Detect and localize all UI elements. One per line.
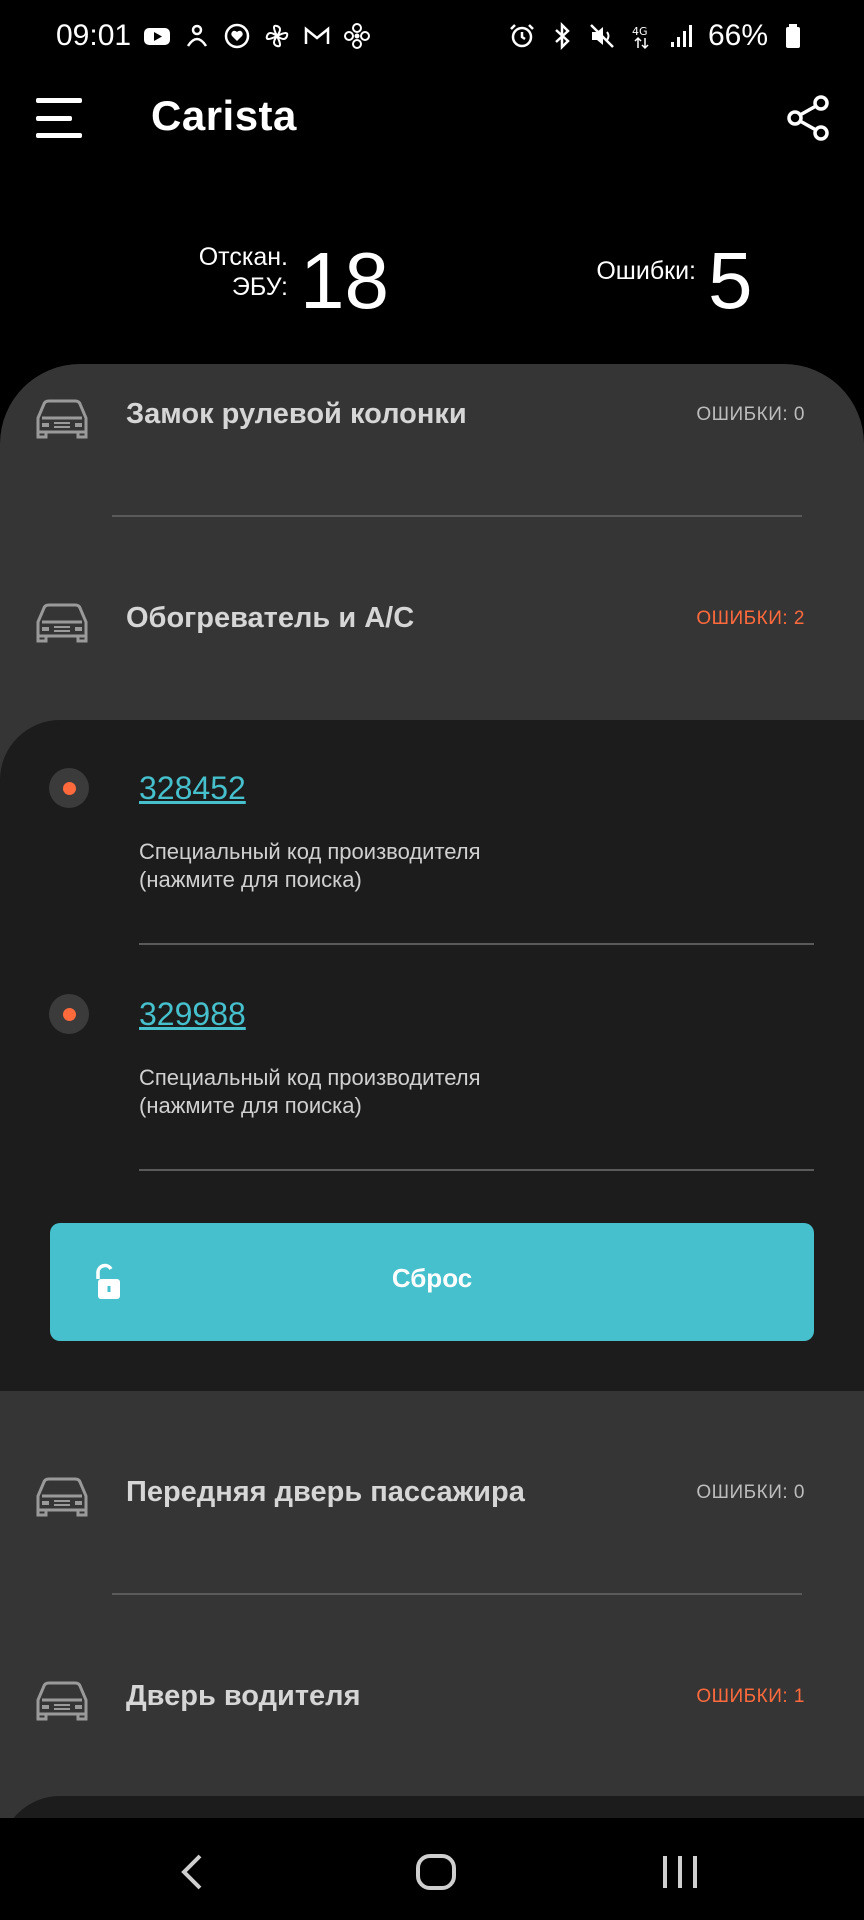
- back-icon: [181, 1854, 202, 1890]
- hamburger-line: [36, 98, 82, 103]
- ecu-errors: ОШИБКИ: 0: [696, 404, 805, 425]
- recents-icon: [663, 1856, 697, 1888]
- error-dot: [49, 768, 89, 808]
- ecu-name: Замок рулевой колонки: [126, 398, 467, 430]
- status-bar: 09:01 4G 66%: [0, 0, 864, 72]
- battery-icon: [780, 22, 808, 50]
- back-button[interactable]: [170, 1848, 218, 1896]
- scanned-ecu-label: Отскан. ЭБУ:: [170, 242, 288, 302]
- scanned-label-line1: Отскан.: [198, 243, 288, 271]
- ecu-name: Дверь водителя: [126, 1680, 361, 1712]
- scan-stats: Отскан. ЭБУ: 18 Ошибки: 5: [0, 220, 864, 325]
- ecu-errors: ОШИБКИ: 0: [696, 1482, 805, 1503]
- svg-text:4G: 4G: [632, 25, 648, 38]
- recents-button[interactable]: [656, 1848, 704, 1896]
- youtube-icon: [143, 22, 171, 50]
- divider: [112, 1593, 802, 1595]
- ecu-row-steering-lock[interactable]: Замок рулевой колонки ОШИБКИ: 0: [0, 364, 864, 474]
- status-right: 4G 66%: [508, 19, 808, 53]
- share-icon: [787, 95, 829, 141]
- scanned-label-line2: ЭБУ:: [231, 273, 288, 301]
- status-time: 09:01: [56, 19, 132, 52]
- ecu-row-driver-door[interactable]: Дверь водителя ОШИБКИ: 1: [0, 1646, 864, 1756]
- error-indicator: [62, 781, 76, 795]
- fan-icon: [343, 22, 371, 50]
- signal-icon: [668, 22, 696, 50]
- errors-label: Ошибки:: [596, 257, 696, 285]
- description-line2: (нажмите для поиска): [139, 1093, 362, 1118]
- pinwheel-icon: [263, 22, 291, 50]
- app-bar: Carista: [0, 72, 864, 168]
- app-icon: [183, 22, 211, 50]
- ecu-errors: ОШИБКИ: 1: [696, 1686, 805, 1707]
- ecu-name: Передняя дверь пассажира: [126, 1476, 525, 1508]
- errors-value: 5: [708, 236, 753, 325]
- description-line1: Специальный код производителя: [139, 839, 481, 864]
- car-icon: [34, 396, 90, 440]
- home-button[interactable]: [412, 1848, 460, 1896]
- alarm-icon: [508, 22, 536, 50]
- error-code-link[interactable]: 329988: [139, 996, 246, 1033]
- app-title: Carista: [151, 92, 297, 139]
- share-button[interactable]: [782, 92, 834, 144]
- mute-icon: [588, 22, 616, 50]
- divider: [139, 1169, 814, 1171]
- heart-icon: [223, 22, 251, 50]
- error-code-description: Специальный код производителя (нажмите д…: [139, 1064, 481, 1120]
- error-indicator: [62, 1007, 76, 1021]
- hamburger-line: [36, 133, 82, 138]
- divider: [139, 943, 814, 945]
- home-icon: [416, 1854, 456, 1890]
- status-left: 09:01: [56, 19, 371, 53]
- navigation-bar: [0, 1818, 864, 1920]
- ecu-row-heater-ac[interactable]: Обогреватель и A/C ОШИБКИ: 2: [0, 568, 864, 678]
- network-4g-icon: 4G: [628, 22, 656, 50]
- reset-label: Сброс: [391, 1263, 473, 1293]
- divider: [112, 515, 802, 517]
- gmail-icon: [303, 22, 331, 50]
- bluetooth-icon: [548, 22, 576, 50]
- car-icon: [34, 600, 90, 644]
- description-line1: Специальный код производителя: [139, 1065, 481, 1090]
- ecu-name: Обогреватель и A/C: [126, 602, 415, 634]
- menu-button[interactable]: [36, 94, 84, 142]
- reset-button[interactable]: Сброс: [50, 1223, 814, 1341]
- hamburger-line: [36, 115, 72, 121]
- scanned-ecu-value: 18: [300, 236, 389, 325]
- car-icon: [34, 1678, 90, 1722]
- ecu-row-front-passenger-door[interactable]: Передняя дверь пассажира ОШИБКИ: 0: [0, 1442, 864, 1552]
- description-line2: (нажмите для поиска): [139, 867, 362, 892]
- error-code-description: Специальный код производителя (нажмите д…: [139, 838, 481, 894]
- error-code-link[interactable]: 328452: [139, 770, 246, 807]
- battery-percent: 66%: [707, 19, 768, 52]
- ecu-errors: ОШИБКИ: 2: [696, 608, 805, 629]
- error-dot: [49, 994, 89, 1034]
- car-icon: [34, 1474, 90, 1518]
